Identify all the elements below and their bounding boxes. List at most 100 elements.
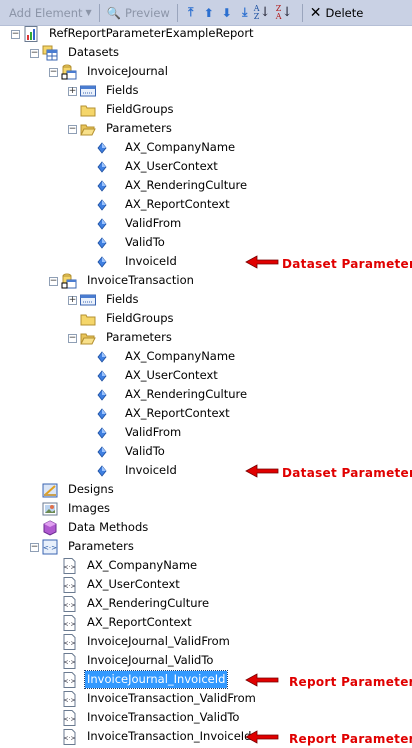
tree-item-label: InvoiceTransaction_ValidTo [87,710,240,724]
svg-text:<·>: <·> [63,583,75,590]
dataset-icon [61,64,77,80]
tree-item[interactable]: − InvoiceTransaction [0,272,412,291]
tree-item[interactable]: ValidTo [0,234,412,253]
tree-item-label: AX_CompanyName [125,140,236,154]
annotation-callout: Dataset Parameter [245,255,412,272]
tree-item-label: InvoiceJournal_ValidFrom [87,634,230,648]
tree-item[interactable]: − <·> Parameters [0,538,412,557]
tree-item[interactable]: AX_UserContext [0,367,412,386]
sort-a-z-icon[interactable]: A Z ↓ [254,4,276,22]
tree-item-label: InvoiceTransaction [87,273,194,287]
tree-item[interactable]: − Parameters [0,329,412,348]
tree-item-label: ValidTo [125,235,165,249]
tree-item-label: Designs [68,482,114,496]
folder-icon [80,311,96,327]
tree-item[interactable]: AX_ReportContext [0,405,412,424]
tree-item[interactable]: AX_CompanyName [0,348,412,367]
tree-item[interactable]: + Fields [0,82,412,101]
collapse-icon[interactable]: − [30,49,39,58]
tree-item-label: AX_UserContext [87,577,180,591]
move-to-bottom-icon[interactable]: ⤓ [236,4,254,22]
red-arrow-left-icon [245,730,279,747]
tree-item[interactable]: <·> InvoiceTransaction_ValidTo [0,709,412,728]
tree-item-label: AX_UserContext [125,368,218,382]
tree-item-label: InvoiceJournal_InvoiceId [83,670,229,689]
tree-item-label: ValidFrom [125,425,182,439]
tree-item[interactable]: InvoiceId Dataset Parameter [0,253,412,272]
collapse-icon[interactable]: − [11,30,20,39]
collapse-icon[interactable]: − [49,68,58,77]
report-parameter-icon: <·> [61,710,77,726]
tree-item[interactable]: <·> AX_CompanyName [0,557,412,576]
tree-item[interactable]: <·> InvoiceJournal_InvoiceId Report Parame… [0,670,412,690]
tree-item[interactable]: InvoiceId Dataset Parameter [0,462,412,481]
collapse-icon[interactable]: − [49,277,58,286]
move-up-icon[interactable]: ⬆ [200,4,218,22]
collapse-icon[interactable]: − [30,543,39,552]
tree-item[interactable]: AX_ReportContext [0,196,412,215]
move-to-top-icon[interactable]: ⤒ [182,4,200,22]
delete-button[interactable]: ✕ Delete [307,2,367,24]
tree-item[interactable]: + Fields [0,291,412,310]
sort-z-a-icon[interactable]: Z A ↓ [276,4,298,22]
toolbar-separator [301,3,303,22]
report-parameter-icon: <·> [61,653,77,669]
tree-item[interactable]: Images [0,500,412,519]
red-arrow-left-icon [245,464,279,481]
report-parameter-icon: <·> [61,577,77,593]
chevron-down-icon: ▼ [85,8,92,17]
tree-item-label: AX_UserContext [125,159,218,173]
tree-item[interactable]: − Datasets [0,44,412,63]
tree-item[interactable]: FieldGroups [0,310,412,329]
datasets-icon [42,45,58,61]
tree-item[interactable]: FieldGroups [0,101,412,120]
tree-item-label: AX_RenderingCulture [87,596,210,610]
toolbar: Add Element ▼ 🔍 Preview ⤒ ⬆ ⬇ ⤓ A Z ↓ Z A ↓ ✕ D… [0,0,412,26]
svg-text:<·>: <·> [63,621,75,628]
tree-item[interactable]: Designs [0,481,412,500]
tree-item[interactable]: Data Methods [0,519,412,538]
svg-text:<·>: <·> [63,678,75,685]
parameter-diamond-icon [94,216,110,232]
add-element-button[interactable]: Add Element ▼ [6,2,95,24]
annotation-text: Report Parameter [289,731,412,746]
report-parameter-icon: <·> [61,729,77,745]
toolbar-separator [176,3,178,22]
parameter-diamond-icon [94,197,110,213]
tree-item[interactable]: AX_UserContext [0,158,412,177]
tree-item[interactable]: ValidTo [0,443,412,462]
tree-item-label: AX_CompanyName [125,349,236,363]
tree-item[interactable]: ValidFrom [0,215,412,234]
parameter-diamond-icon [94,349,110,365]
collapse-icon[interactable]: − [68,125,77,134]
tree-item[interactable]: <·> InvoiceJournal_ValidFrom [0,633,412,652]
preview-button[interactable]: 🔍 Preview [104,2,173,24]
expand-icon[interactable]: + [68,87,77,96]
tree-item[interactable]: <·> InvoiceTransaction_InvoiceId Report Pa… [0,728,412,747]
tree-item-label: FieldGroups [106,311,174,325]
tree-item[interactable]: <·> AX_RenderingCulture [0,595,412,614]
tree-item[interactable]: <·> InvoiceTransaction_ValidFrom [0,690,412,709]
tree-item[interactable]: − RefReportParameterExampleReport [0,25,412,44]
tree-item[interactable]: <·> InvoiceJournal_ValidTo [0,652,412,671]
expand-icon[interactable]: + [68,296,77,305]
report-parameter-icon: <·> [61,596,77,612]
tree-item[interactable]: AX_RenderingCulture [0,386,412,405]
svg-text:<·>: <·> [63,697,75,704]
svg-text:<·>: <·> [63,735,75,742]
collapse-icon[interactable]: − [68,334,77,343]
move-down-icon[interactable]: ⬇ [218,4,236,22]
parameter-diamond-icon [94,159,110,175]
tree-item[interactable]: <·> AX_UserContext [0,576,412,595]
tree-item[interactable]: − InvoiceJournal [0,63,412,82]
tree-item[interactable]: AX_RenderingCulture [0,177,412,196]
parameter-diamond-icon [94,387,110,403]
tree-item-label: Data Methods [68,520,149,534]
tree-item[interactable]: <·> AX_ReportContext [0,614,412,633]
tree-item-label: ValidTo [125,444,165,458]
tree-item[interactable]: ValidFrom [0,424,412,443]
folder-open-icon [80,330,96,346]
tree-item[interactable]: − Parameters [0,120,412,139]
tree-item[interactable]: AX_CompanyName [0,139,412,158]
parameter-diamond-icon [94,140,110,156]
